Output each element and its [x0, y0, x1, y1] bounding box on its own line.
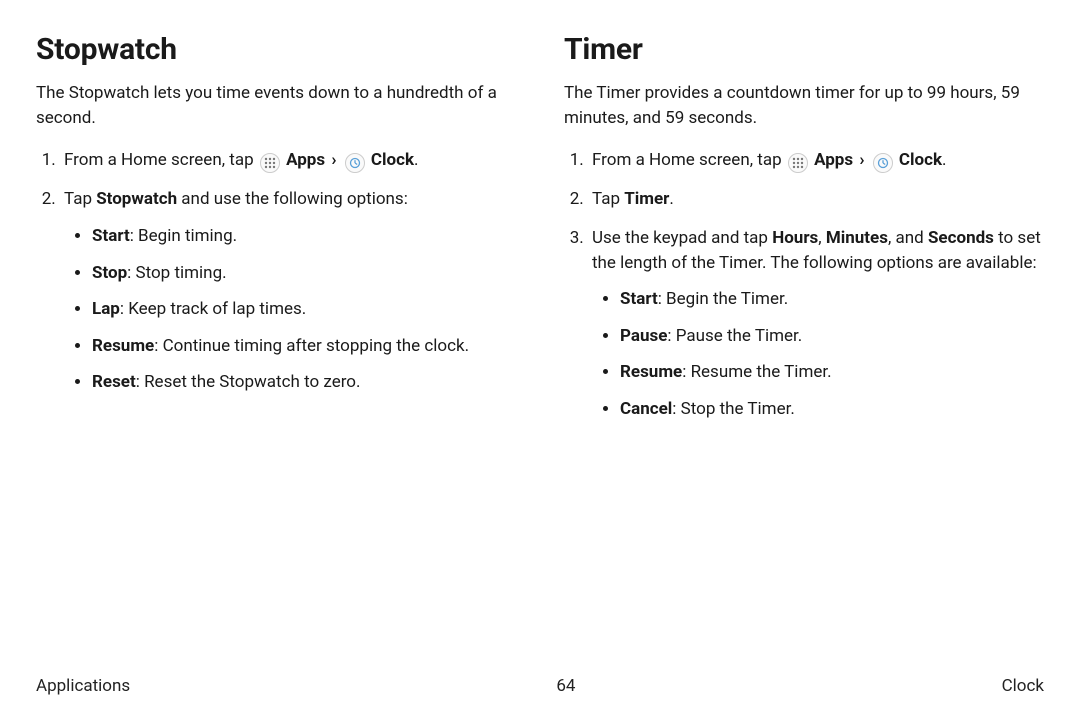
step-text: From a Home screen, tap — [64, 150, 258, 170]
option-desc: : Reset the Stopwatch to zero. — [136, 372, 361, 392]
chevron-right-icon: › — [331, 148, 336, 173]
stopwatch-heading: Stopwatch — [36, 32, 516, 67]
step-text: Use the keypad and tap — [592, 228, 772, 248]
clock-label: Clock — [899, 150, 942, 170]
clock-icon — [345, 153, 365, 173]
step-text: , — [818, 228, 826, 248]
apps-icon — [788, 153, 808, 173]
option-desc: : Resume the Timer. — [682, 362, 831, 382]
option-desc: : Continue timing after stopping the clo… — [154, 336, 469, 356]
option-item: Start: Begin the Timer. — [620, 287, 1044, 312]
timer-step-2: Tap Timer. — [588, 187, 1044, 212]
option-desc: : Begin timing. — [130, 226, 237, 246]
stopwatch-intro: The Stopwatch lets you time events down … — [36, 81, 516, 130]
stopwatch-options: Start: Begin timing. Stop: Stop timing. … — [64, 224, 516, 395]
option-item: Start: Begin timing. — [92, 224, 516, 249]
clock-icon — [873, 153, 893, 173]
step-text: , and — [888, 228, 928, 248]
timer-intro: The Timer provides a countdown timer for… — [564, 81, 1044, 130]
option-term: Pause — [620, 326, 667, 346]
timer-options: Start: Begin the Timer. Pause: Pause the… — [592, 287, 1044, 422]
stopwatch-step-2: Tap Stopwatch and use the following opti… — [60, 187, 516, 395]
step-bold: Hours — [772, 228, 818, 248]
stopwatch-steps: From a Home screen, tap Apps › — [36, 148, 516, 395]
page-body: Stopwatch The Stopwatch lets you time ev… — [0, 0, 1080, 640]
footer-left: Applications — [36, 676, 130, 696]
stopwatch-section: Stopwatch The Stopwatch lets you time ev… — [36, 32, 516, 640]
step-post: . — [669, 189, 673, 209]
page-footer: Applications 64 Clock — [36, 676, 1044, 696]
chevron-right-icon: › — [859, 148, 864, 173]
step-text: From a Home screen, tap — [592, 150, 786, 170]
option-term: Start — [620, 289, 658, 309]
option-item: Resume: Resume the Timer. — [620, 360, 1044, 385]
option-term: Resume — [620, 362, 682, 382]
footer-right: Clock — [1002, 676, 1044, 696]
stopwatch-step-1: From a Home screen, tap Apps › — [60, 148, 516, 173]
option-term: Stop — [92, 263, 127, 283]
option-desc: : Begin the Timer. — [658, 289, 788, 309]
option-desc: : Keep track of lap times. — [120, 299, 306, 319]
step-bold: Minutes — [826, 228, 888, 248]
step-bold: Stopwatch — [96, 189, 177, 209]
option-desc: : Stop timing. — [127, 263, 226, 283]
timer-step-1: From a Home screen, tap Apps › — [588, 148, 1044, 173]
apps-label: Apps — [286, 150, 325, 170]
step-post: . — [414, 150, 418, 170]
option-item: Reset: Reset the Stopwatch to zero. — [92, 370, 516, 395]
option-desc: : Stop the Timer. — [672, 399, 795, 419]
step-post: and use the following options: — [177, 189, 408, 209]
footer-page-number: 64 — [556, 676, 575, 696]
option-item: Pause: Pause the Timer. — [620, 324, 1044, 349]
option-term: Resume — [92, 336, 154, 356]
option-item: Stop: Stop timing. — [92, 261, 516, 286]
option-item: Resume: Continue timing after stopping t… — [92, 334, 516, 359]
apps-icon — [260, 153, 280, 173]
step-text: Tap — [64, 189, 96, 209]
step-post: . — [942, 150, 946, 170]
timer-step-3: Use the keypad and tap Hours, Minutes, a… — [588, 226, 1044, 422]
option-item: Cancel: Stop the Timer. — [620, 397, 1044, 422]
step-text: Tap — [592, 189, 624, 209]
step-bold: Timer — [624, 189, 669, 209]
timer-heading: Timer — [564, 32, 1044, 67]
timer-steps: From a Home screen, tap Apps › — [564, 148, 1044, 421]
option-term: Cancel — [620, 399, 672, 419]
option-term: Lap — [92, 299, 120, 319]
clock-label: Clock — [371, 150, 414, 170]
option-term: Reset — [92, 372, 136, 392]
timer-section: Timer The Timer provides a countdown tim… — [564, 32, 1044, 640]
apps-label: Apps — [814, 150, 853, 170]
option-item: Lap: Keep track of lap times. — [92, 297, 516, 322]
option-term: Start — [92, 226, 130, 246]
option-desc: : Pause the Timer. — [667, 326, 802, 346]
step-bold: Seconds — [928, 228, 994, 248]
